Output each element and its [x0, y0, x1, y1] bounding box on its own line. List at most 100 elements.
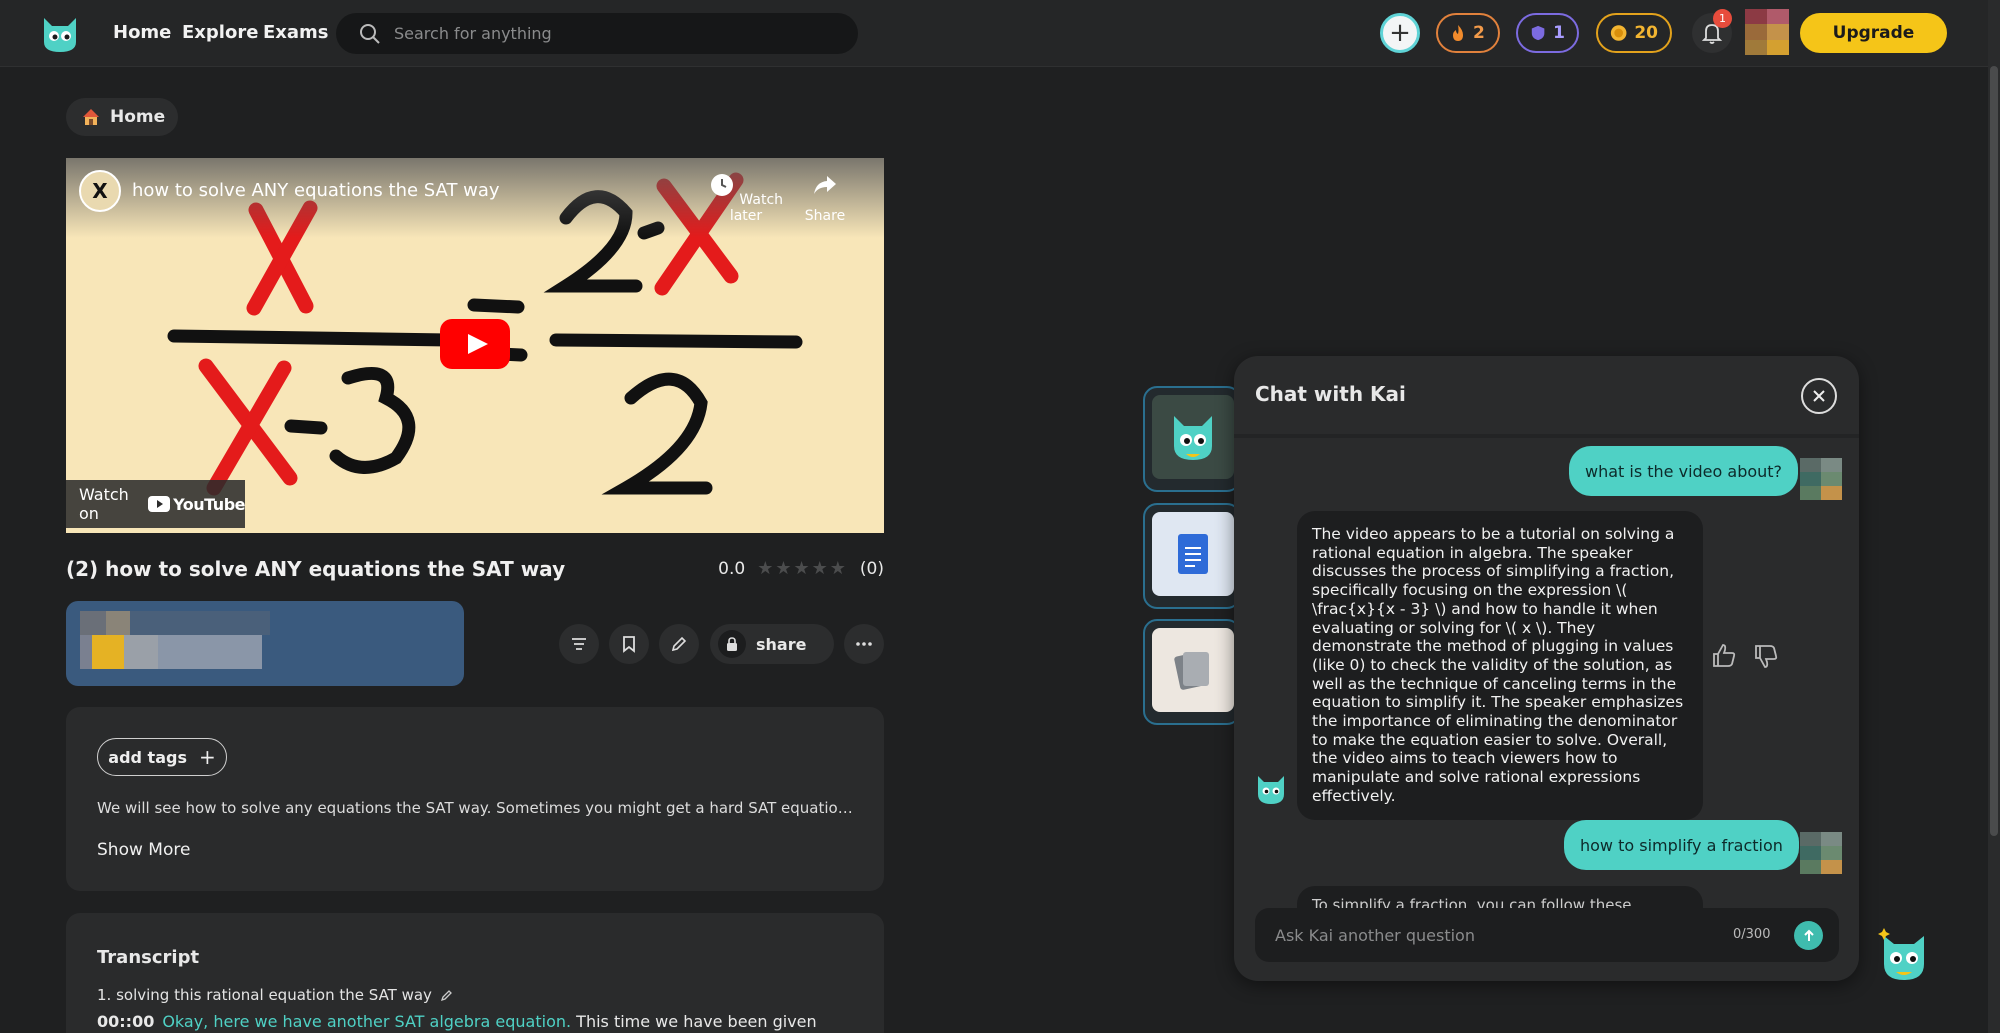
kai-chat-tab[interactable]: [1143, 386, 1241, 492]
create-plus-button[interactable]: +: [1380, 13, 1420, 53]
youtube-wordmark: YouTube: [173, 494, 245, 514]
home-icon: [83, 109, 99, 125]
channel-avatar[interactable]: X: [79, 170, 121, 212]
description-text: We will see how to solve any equations t…: [97, 799, 857, 817]
video-player[interactable]: X how to solve ANY equations the SAT way…: [66, 158, 884, 533]
youtube-icon: [148, 496, 171, 512]
transcript-timestamp[interactable]: 00::00: [97, 1012, 154, 1031]
close-chat-button[interactable]: [1801, 378, 1837, 414]
level-shield-icon: [1531, 25, 1545, 41]
watch-on-label: Watch on: [79, 485, 129, 523]
search-icon: [360, 24, 380, 44]
kai-avatar-icon: [1258, 776, 1284, 804]
breadcrumb-label: Home: [110, 107, 166, 127]
nav-explore[interactable]: Explore: [182, 22, 258, 43]
transcript-title: Transcript: [97, 947, 200, 968]
notes-tab[interactable]: [1143, 503, 1241, 609]
watch-later-label: Watch later: [729, 192, 784, 224]
outline-button[interactable]: [559, 624, 599, 664]
streak-count: 2: [1473, 23, 1485, 43]
kai-logo-icon[interactable]: [38, 14, 82, 54]
play-icon[interactable]: [440, 319, 510, 369]
notification-count-badge: 1: [1713, 9, 1732, 28]
fire-icon: [1453, 25, 1463, 41]
breadcrumb-home[interactable]: Home: [66, 98, 178, 136]
streak-badge[interactable]: 2: [1436, 13, 1500, 53]
send-button[interactable]: [1794, 921, 1823, 950]
transcript-section[interactable]: 1. solving this rational equation the SA…: [97, 986, 454, 1004]
arrow-up-icon: [1803, 929, 1814, 941]
chat-input-box[interactable]: 0/300: [1255, 908, 1839, 962]
kai-floating-button-icon[interactable]: [1876, 928, 1932, 984]
chat-divider: [1234, 434, 1859, 438]
description-card: add tags + We will see how to solve any …: [66, 707, 884, 891]
transcript-highlight[interactable]: Okay, here we have another SAT algebra e…: [162, 1012, 571, 1031]
pixel-block: [106, 611, 130, 635]
bookmark-icon: [623, 636, 635, 653]
plus-icon: +: [198, 745, 216, 769]
clock-icon: [710, 174, 733, 196]
search-input[interactable]: [394, 13, 834, 54]
star-icon[interactable]: ★: [757, 558, 775, 579]
transcript-text[interactable]: This time we have been given: [571, 1012, 817, 1031]
video-title: (2) how to solve ANY equations the SAT w…: [66, 557, 566, 581]
user-message: what is the video about?: [1569, 446, 1799, 496]
share-label: share: [756, 634, 807, 654]
rating-summary[interactable]: 0.0 ★★★★★ (0): [718, 558, 884, 579]
pixel-block: [124, 635, 158, 669]
level-badge[interactable]: 1: [1516, 13, 1579, 53]
level-count: 1: [1553, 23, 1565, 43]
star-icon[interactable]: ★: [812, 558, 830, 579]
list-lines-icon: [572, 638, 586, 650]
more-dots-icon: [856, 642, 872, 646]
add-tags-button[interactable]: add tags +: [97, 738, 227, 776]
char-counter: 0/300: [1733, 927, 1771, 942]
plus-icon: +: [1389, 18, 1411, 48]
pencil-icon[interactable]: [440, 988, 454, 1002]
user-avatar: [1800, 458, 1842, 500]
flashcards-icon: [1174, 652, 1209, 690]
coin-icon: [1610, 25, 1627, 41]
channel-pixel-avatar: [80, 611, 106, 635]
show-more-link[interactable]: Show More: [97, 840, 190, 860]
nav-home[interactable]: Home: [113, 22, 171, 43]
star-icon[interactable]: ★: [775, 558, 793, 579]
chat-input[interactable]: [1275, 908, 1715, 962]
rating-stars[interactable]: ★★★★★: [757, 558, 848, 579]
user-avatar: [1800, 832, 1842, 874]
coin-badge[interactable]: 20: [1596, 13, 1672, 53]
transcript-section-title: 1. solving this rational equation the SA…: [97, 986, 432, 1004]
star-icon[interactable]: ★: [793, 558, 811, 579]
add-tags-label: add tags: [108, 747, 187, 767]
coin-count: 20: [1634, 23, 1658, 43]
transcript-line[interactable]: 00::00 Okay, here we have another SAT alg…: [97, 1012, 817, 1031]
youtube-logo: YouTube: [148, 495, 245, 514]
nav-exams[interactable]: Exams: [263, 22, 329, 43]
scrollbar-thumb[interactable]: [1990, 66, 1998, 836]
upgrade-button[interactable]: Upgrade: [1800, 13, 1947, 53]
rating-count: (0): [859, 558, 884, 579]
watch-later-button[interactable]: Watch later: [706, 172, 786, 224]
thumbs-up-icon[interactable]: [1710, 642, 1738, 670]
pixel-block: [158, 635, 262, 669]
thumbs-down-icon[interactable]: [1752, 642, 1780, 670]
player-title[interactable]: how to solve ANY equations the SAT way: [132, 180, 500, 201]
page-scrollbar[interactable]: [1988, 0, 2000, 1033]
bookmark-button[interactable]: [609, 624, 649, 664]
chat-panel: Chat with Kai what is the video about? T…: [1234, 356, 1859, 981]
flashcards-tab[interactable]: [1143, 619, 1241, 725]
share-arrow-icon: [814, 176, 836, 194]
watch-on-youtube-button[interactable]: Watch on YouTube: [66, 480, 245, 528]
pixel-block: [130, 611, 270, 635]
star-icon[interactable]: ★: [830, 558, 848, 579]
rating-value: 0.0: [718, 558, 746, 579]
channel-info-card[interactable]: [66, 601, 464, 686]
edit-button[interactable]: [659, 624, 699, 664]
share-button[interactable]: share: [710, 624, 834, 664]
search-bar[interactable]: [336, 13, 858, 54]
user-avatar[interactable]: [1745, 9, 1789, 55]
player-share-label: Share: [804, 208, 846, 224]
player-share-button[interactable]: Share: [797, 172, 853, 224]
more-options-button[interactable]: [844, 624, 884, 664]
kai-mascot-icon: [1174, 416, 1212, 460]
